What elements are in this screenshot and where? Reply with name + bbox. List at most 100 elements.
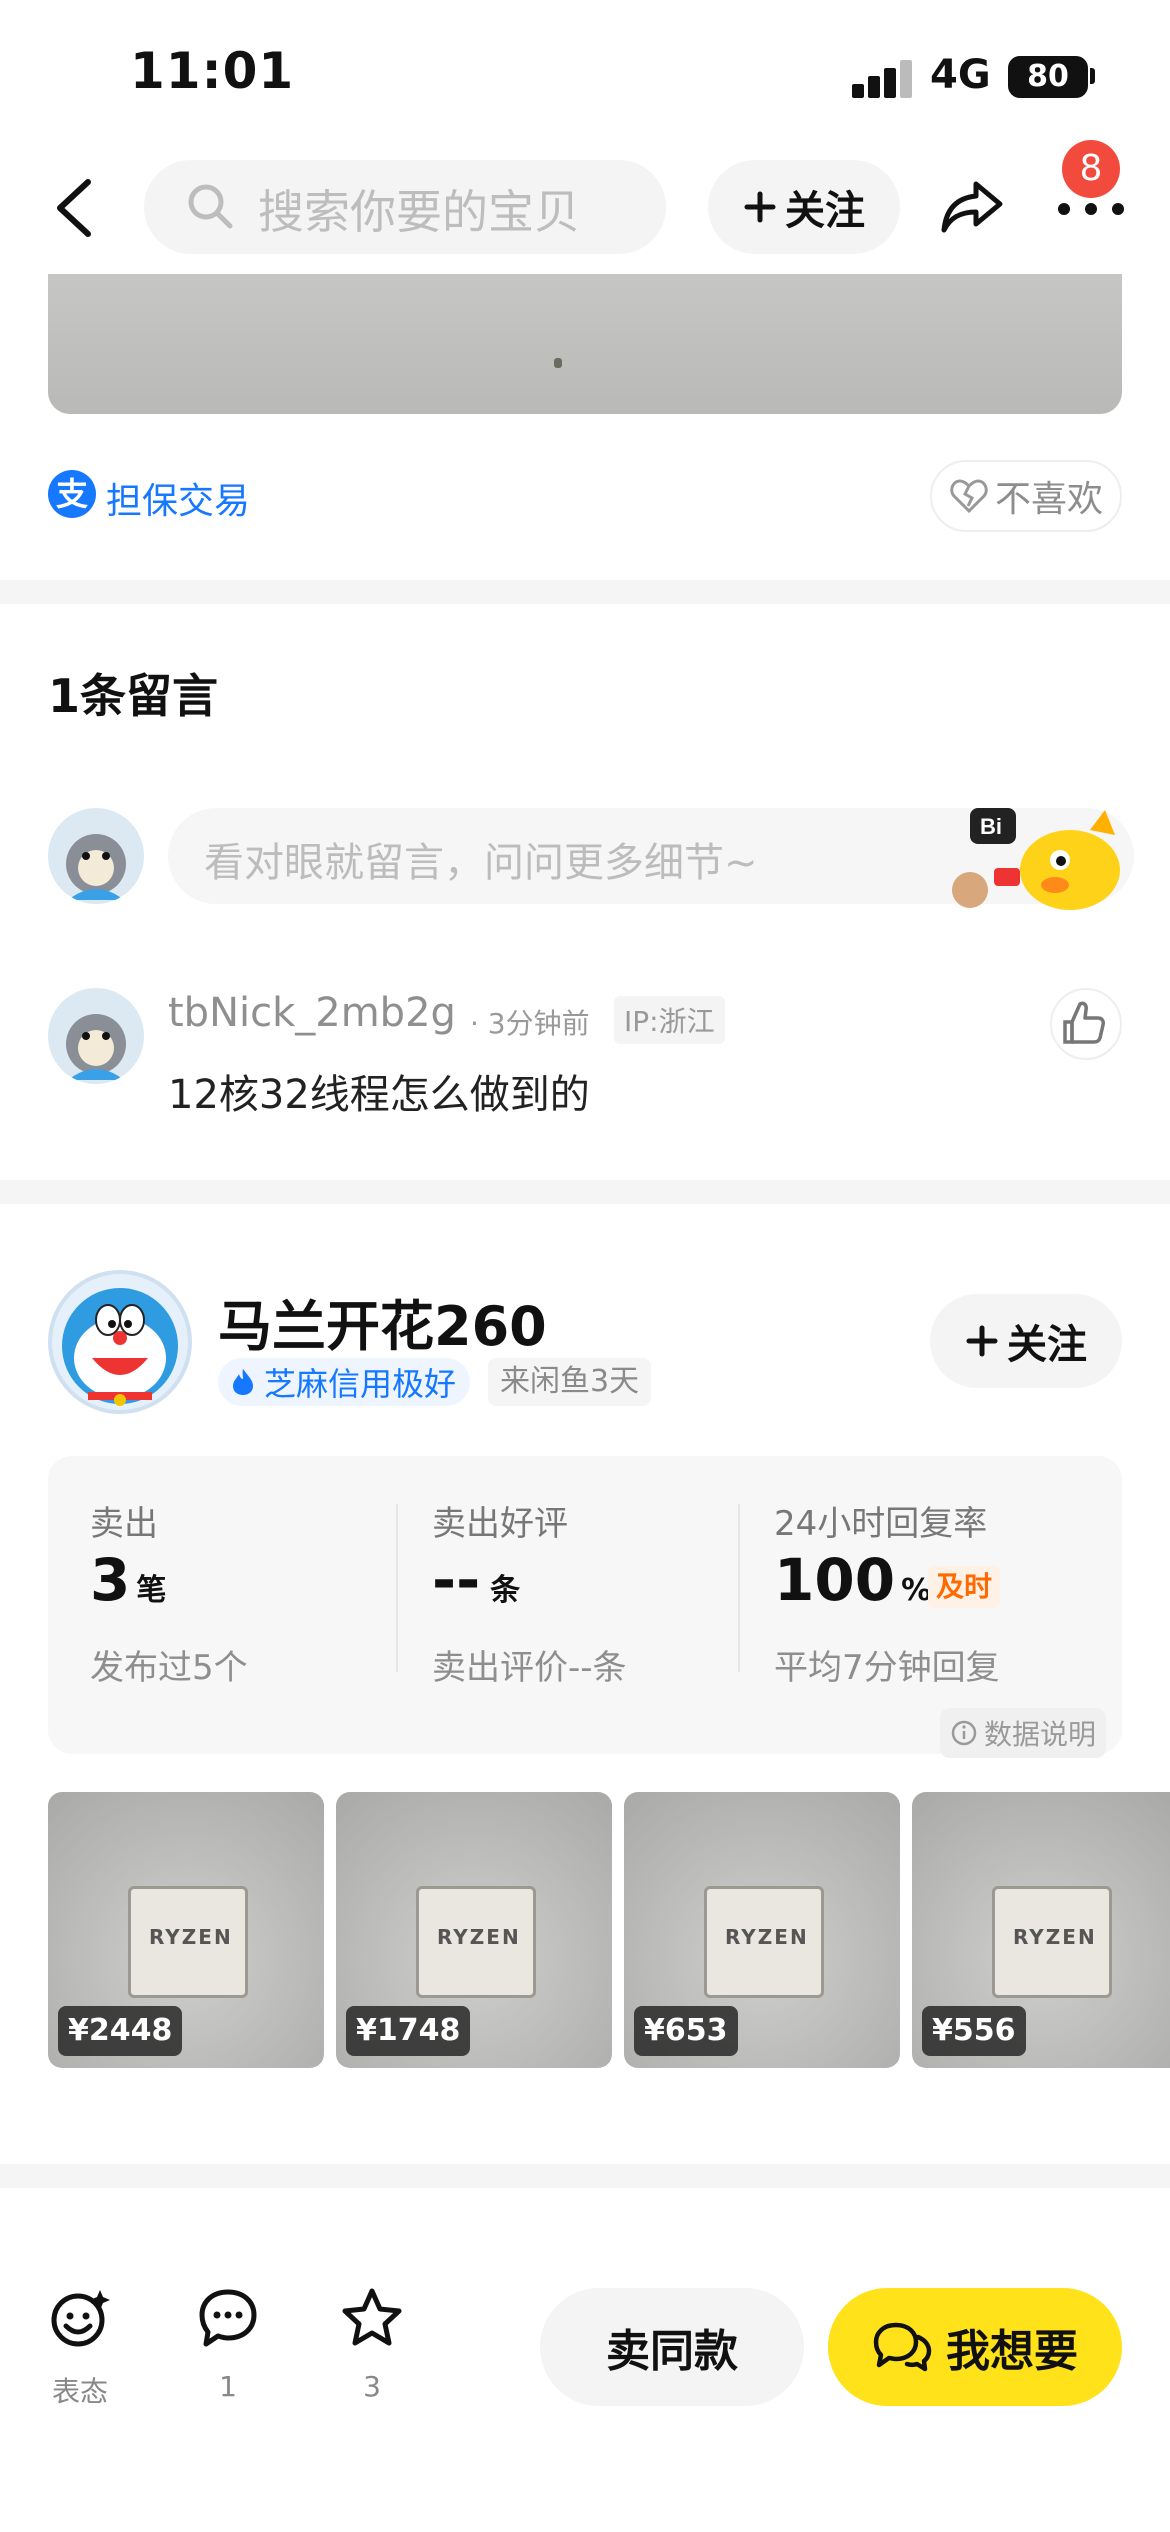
chip-logo: RYZEN (437, 1925, 521, 1949)
cpu-image: RYZEN (992, 1886, 1112, 1998)
seller-name[interactable]: 马兰开花260 (218, 1282, 547, 1361)
plus-icon (744, 191, 776, 223)
share-icon (941, 181, 1003, 233)
search-icon (186, 182, 234, 230)
stat-value-group: 100 % (774, 1546, 931, 1614)
more-dot (1112, 203, 1124, 215)
photo-detail (554, 358, 562, 368)
comment-button[interactable] (196, 2286, 260, 2354)
dislike-label: 不喜欢 (994, 479, 1103, 520)
section-divider (0, 1180, 1170, 1204)
product-price: ¥2448 (58, 2006, 183, 2056)
share-button[interactable] (940, 174, 1004, 238)
product-card[interactable]: RYZEN ¥1748 (336, 1792, 612, 2068)
chip-logo: RYZEN (1013, 1925, 1097, 1949)
more-dot (1058, 203, 1070, 215)
stat-value: -- (432, 1546, 481, 1614)
data-note-button[interactable]: 数据说明 (940, 1708, 1107, 1758)
favorite-count: 3 (363, 2370, 381, 2403)
notification-badge: 8 (1062, 140, 1120, 198)
favorite-button[interactable] (340, 2286, 404, 2354)
emoji-sparkle-icon (51, 2290, 110, 2347)
product-price: ¥556 (922, 2006, 1026, 2056)
product-price: ¥1748 (346, 2006, 471, 2056)
sell-same-button[interactable]: 卖同款 (540, 2288, 804, 2406)
stat-sub: 卖出评价--条 (432, 1648, 627, 1688)
like-button[interactable] (1050, 988, 1122, 1060)
product-card[interactable]: RYZEN ¥2448 (48, 1792, 324, 2068)
cpu-image: RYZEN (704, 1886, 824, 1998)
plus-icon (966, 1325, 998, 1357)
commenter-avatar[interactable] (48, 988, 144, 1084)
cpu-image: RYZEN (416, 1886, 536, 1998)
want-button[interactable]: 我想要 (828, 2288, 1122, 2406)
star-icon (342, 2288, 402, 2346)
svg-text:Bi: Bi (980, 814, 1002, 839)
info-icon (951, 1720, 977, 1746)
stat-value-group: 3 笔 (90, 1546, 166, 1614)
ontime-tag: 及时 (928, 1566, 1001, 1608)
comment-ip: IP:浙江 (614, 996, 725, 1044)
cpu-image: RYZEN (128, 1886, 248, 1998)
back-button[interactable] (52, 178, 98, 238)
comments-title: 1条留言 (48, 669, 219, 723)
signal-icon (852, 60, 914, 98)
chip-logo: RYZEN (725, 1925, 809, 1949)
comment-time: · 3分钟前 (470, 1007, 590, 1040)
follow-label: 关注 (785, 188, 865, 234)
status-time: 11:01 (130, 42, 295, 100)
stat-value: 3 (90, 1546, 131, 1614)
network-type: 4G (930, 52, 991, 98)
credit-badge[interactable]: 芝麻信用极好 (218, 1358, 471, 1406)
comment-count: 1 (219, 2370, 237, 2403)
stat-unit: % (901, 1573, 932, 1608)
chevron-left-icon (57, 179, 91, 237)
data-note-label: 数据说明 (984, 1718, 1097, 1751)
stat-value-group: -- 条 (432, 1546, 520, 1614)
product-card[interactable]: RYZEN ¥653 (624, 1792, 900, 2068)
chat-icon (873, 2322, 932, 2372)
thumbs-up-icon (1063, 1001, 1105, 1044)
doraemon-avatar-icon (62, 1288, 178, 1406)
stat-label: 24小时回复率 (774, 1504, 988, 1544)
follow-seller-button[interactable]: 关注 (930, 1294, 1122, 1388)
section-divider (0, 580, 1170, 604)
member-since: 来闲鱼3天 (488, 1358, 652, 1406)
stat-sub: 平均7分钟回复 (774, 1648, 1000, 1688)
guarantee-label[interactable]: 担保交易 (106, 472, 250, 524)
chip-logo: RYZEN (149, 1925, 233, 1949)
want-label: 我想要 (946, 2326, 1078, 2377)
battery-tip (1090, 68, 1095, 84)
flame-icon (233, 1369, 253, 1395)
my-avatar (48, 808, 144, 904)
react-button[interactable] (48, 2286, 112, 2354)
stat-divider (396, 1504, 398, 1672)
comment-placeholder: 看对眼就留言，问问更多细节~ (204, 840, 758, 886)
mascot-icon: Bi (930, 800, 1140, 910)
comment-username[interactable]: tbNick_2mb2g (168, 990, 456, 1036)
stat-label: 卖出 (90, 1504, 158, 1544)
stat-divider (738, 1504, 740, 1672)
follow-label: 关注 (1007, 1322, 1087, 1368)
stat-unit: 笔 (136, 1573, 167, 1608)
seal-avatar-icon (66, 834, 126, 900)
stat-label: 卖出好评 (432, 1504, 568, 1544)
dislike-button[interactable]: 不喜欢 (930, 460, 1122, 532)
follow-button[interactable]: 关注 (708, 160, 900, 254)
credit-label: 芝麻信用极好 (264, 1365, 457, 1403)
alipay-icon: 支 (48, 470, 96, 518)
battery-icon: 80 (1008, 56, 1088, 98)
stat-sub: 发布过5个 (90, 1648, 248, 1688)
more-button[interactable] (1058, 196, 1124, 220)
comment-text: 12核32线程怎么做到的 (168, 1072, 590, 1118)
section-divider (0, 2164, 1170, 2188)
item-photo[interactable] (48, 274, 1122, 414)
react-label: 表态 (51, 2375, 108, 2408)
broken-heart-icon (950, 479, 988, 514)
seller-avatar[interactable] (48, 1270, 192, 1414)
product-price: ¥653 (634, 2006, 738, 2056)
chat-bubble-icon (199, 2289, 257, 2347)
more-dot (1085, 203, 1097, 215)
product-card[interactable]: RYZEN ¥556 (912, 1792, 1170, 2068)
search-placeholder: 搜索你要的宝贝 (258, 185, 580, 239)
